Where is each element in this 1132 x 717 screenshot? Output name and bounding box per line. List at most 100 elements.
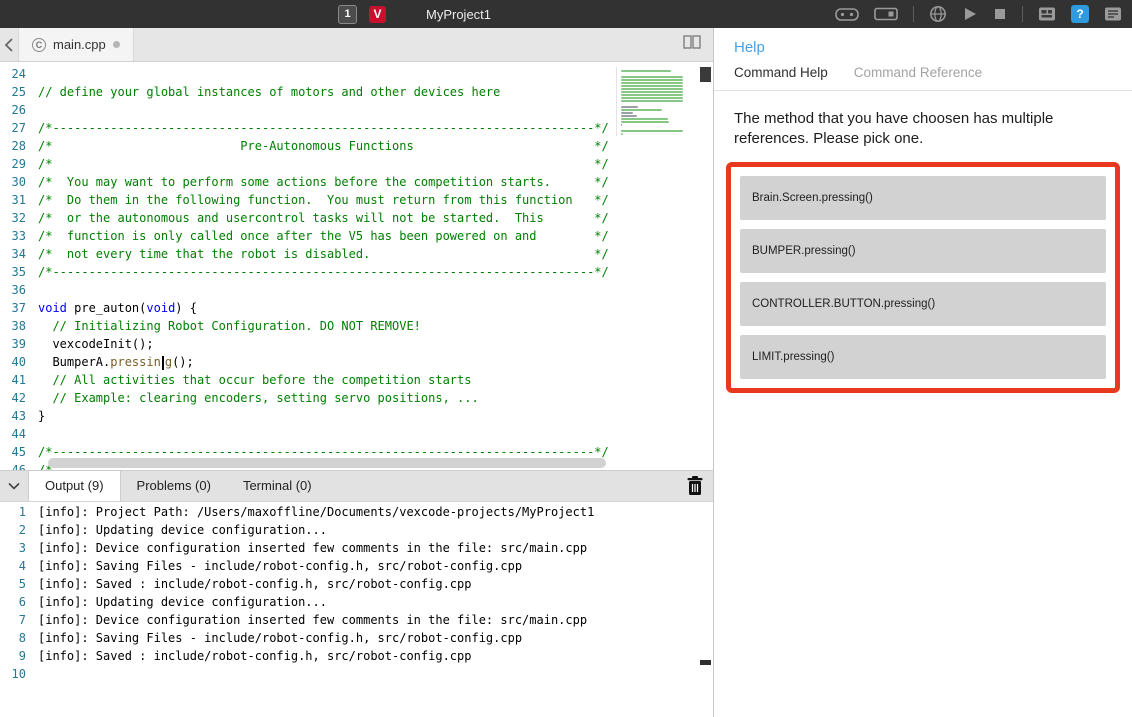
tab-output[interactable]: Output (9): [28, 471, 121, 501]
code-editor[interactable]: 2425// define your global instances of m…: [0, 63, 713, 470]
line-number: 30: [0, 173, 38, 191]
editor-vertical-scrollbar[interactable]: [700, 67, 711, 82]
code-text: vexcodeInit();: [38, 335, 154, 353]
tab-label: main.cpp: [53, 37, 106, 52]
output-line: 1[info]: Project Path: /Users/maxoffline…: [0, 503, 713, 521]
play-icon[interactable]: [962, 6, 978, 22]
back-chevron-icon[interactable]: [0, 37, 18, 53]
help-option-button[interactable]: Brain.Screen.pressing(): [740, 176, 1106, 220]
help-icon[interactable]: ?: [1071, 5, 1089, 23]
output-text: [info]: Saved : include/robot-config.h, …: [38, 647, 471, 665]
minimap-line: [621, 70, 671, 72]
minimap-line: [621, 97, 683, 99]
output-line: 9[info]: Saved : include/robot-config.h,…: [0, 647, 713, 665]
code-line[interactable]: 30/* You may want to perform some action…: [0, 173, 618, 191]
code-line[interactable]: 25// define your global instances of mot…: [0, 83, 618, 101]
output-line-number: 7: [0, 611, 38, 629]
code-line[interactable]: 29/* */: [0, 155, 618, 173]
tab-problems[interactable]: Problems (0): [121, 471, 227, 501]
minimap-line: [621, 91, 683, 93]
help-option-button[interactable]: CONTROLLER.BUTTON.pressing(): [740, 282, 1106, 326]
line-number: 27: [0, 119, 38, 137]
tab-command-help[interactable]: Command Help: [734, 65, 828, 80]
code-line[interactable]: 34/* not every time that the robot is di…: [0, 245, 618, 263]
output-line-number: 8: [0, 629, 38, 647]
collapse-chevron-icon[interactable]: [0, 482, 28, 490]
code-line[interactable]: 32/* or the autonomous and usercontrol t…: [0, 209, 618, 227]
slot-number: 1: [344, 8, 350, 20]
code-line[interactable]: 37void pre_auton(void) {: [0, 299, 618, 317]
cpp-file-icon: C: [32, 38, 46, 52]
console-icon[interactable]: [1104, 6, 1122, 22]
download-icon[interactable]: [929, 5, 947, 23]
help-options: Brain.Screen.pressing() BUMPER.pressing()…: [740, 176, 1106, 379]
tab-main-cpp[interactable]: C main.cpp: [18, 28, 134, 61]
code-line[interactable]: 43}: [0, 407, 618, 425]
line-number: 35: [0, 263, 38, 281]
slot-icon[interactable]: 1: [338, 5, 357, 24]
line-number: 40: [0, 353, 38, 371]
controller-icon[interactable]: [835, 6, 859, 22]
minimap-line: [621, 79, 683, 81]
code-text: /* or the autonomous and usercontrol tas…: [38, 209, 609, 227]
editor-tabbar: C main.cpp: [0, 28, 713, 62]
code-line[interactable]: 26: [0, 101, 618, 119]
help-option-button[interactable]: LIMIT.pressing(): [740, 335, 1106, 379]
vex-logo-icon: V: [369, 6, 386, 23]
code-text: // All activities that occur before the …: [38, 371, 471, 389]
toolbar-separator: [913, 6, 914, 22]
stop-icon[interactable]: [993, 7, 1007, 21]
minimap-line: [621, 133, 623, 135]
code-text: /* */: [38, 155, 609, 173]
output-line-number: 2: [0, 521, 38, 539]
output-text: [info]: Saving Files - include/robot-con…: [38, 557, 522, 575]
code-text: // Initializing Robot Configuration. DO …: [38, 317, 421, 335]
editor-horizontal-scrollbar[interactable]: [48, 458, 606, 468]
output-line: 4[info]: Saving Files - include/robot-co…: [0, 557, 713, 575]
line-number: 33: [0, 227, 38, 245]
tab-terminal[interactable]: Terminal (0): [227, 471, 328, 501]
code-line[interactable]: 31/* Do them in the following function. …: [0, 191, 618, 209]
trash-icon[interactable]: [685, 475, 705, 502]
line-number: 36: [0, 281, 38, 299]
code-line[interactable]: 41 // All activities that occur before t…: [0, 371, 618, 389]
code-line[interactable]: 27/*------------------------------------…: [0, 119, 618, 137]
help-option-button[interactable]: BUMPER.pressing(): [740, 229, 1106, 273]
dashboard-icon[interactable]: [1038, 6, 1056, 22]
help-panel: Help Command Help Command Reference The …: [713, 28, 1132, 717]
code-line[interactable]: 42 // Example: clearing encoders, settin…: [0, 389, 618, 407]
code-text: // Example: clearing encoders, setting s…: [38, 389, 479, 407]
code-line[interactable]: 36: [0, 281, 618, 299]
code-line[interactable]: 39 vexcodeInit();: [0, 335, 618, 353]
output-line: 10: [0, 665, 713, 683]
code-text: }: [38, 407, 45, 425]
output-text: [info]: Project Path: /Users/maxoffline/…: [38, 503, 594, 521]
minimap[interactable]: [616, 67, 697, 136]
code-line[interactable]: 40 BumperA.pressing();: [0, 353, 618, 371]
help-tabs: Command Help Command Reference: [714, 65, 1132, 91]
output-text: [info]: Saving Files - include/robot-con…: [38, 629, 522, 647]
tab-command-reference[interactable]: Command Reference: [854, 65, 982, 80]
output-text: [info]: Updating device configuration...: [38, 521, 327, 539]
code-line[interactable]: 28/* Pre-Autonomous Functions */: [0, 137, 618, 155]
code-line[interactable]: 35/*------------------------------------…: [0, 263, 618, 281]
line-number: 44: [0, 425, 38, 443]
output-line: 6[info]: Updating device configuration..…: [0, 593, 713, 611]
toolbar-separator: [1022, 6, 1023, 22]
code-line[interactable]: 24: [0, 65, 618, 83]
minimap-line: [621, 121, 669, 123]
line-number: 43: [0, 407, 38, 425]
output-line-number: 10: [0, 665, 38, 683]
minimap-line: [621, 112, 633, 114]
brain-icon[interactable]: [874, 6, 898, 22]
code-text: void pre_auton(void) {: [38, 299, 197, 317]
output-vertical-scrollbar[interactable]: [700, 660, 711, 665]
code-line[interactable]: 38 // Initializing Robot Configuration. …: [0, 317, 618, 335]
code-line[interactable]: 33/* function is only called once after …: [0, 227, 618, 245]
code-line[interactable]: 44: [0, 425, 618, 443]
code-text: /* You may want to perform some actions …: [38, 173, 609, 191]
split-editor-icon[interactable]: [683, 35, 701, 54]
output-line: 2[info]: Updating device configuration..…: [0, 521, 713, 539]
code-text: /* Do them in the following function. Yo…: [38, 191, 609, 209]
topbar-actions: ?: [835, 0, 1122, 28]
